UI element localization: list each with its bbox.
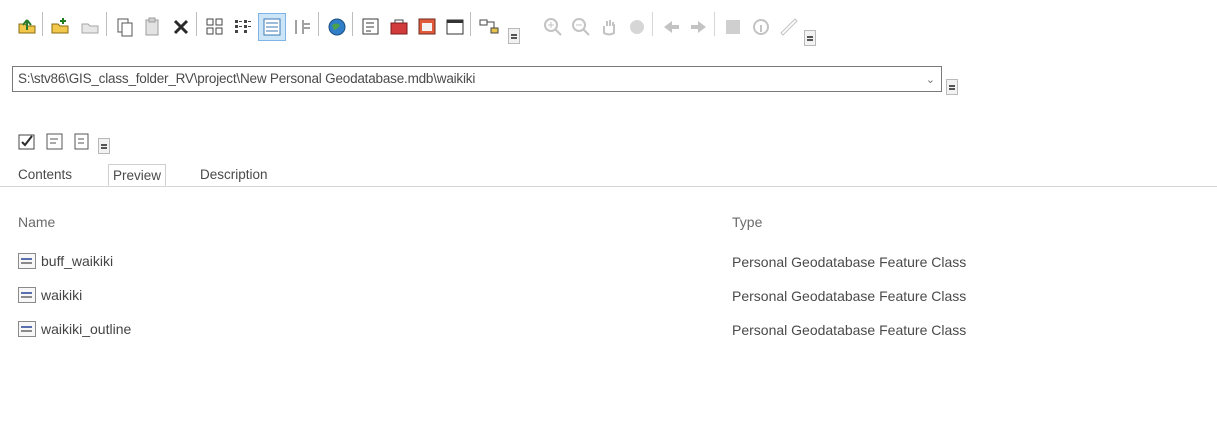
metadata-edit-icon[interactable] — [14, 128, 40, 154]
python-window-icon[interactable] — [442, 14, 468, 40]
column-header-name[interactable]: Name — [18, 214, 55, 230]
copy-icon[interactable] — [112, 14, 138, 40]
item-name: waikiki — [41, 287, 83, 303]
feature-class-icon — [18, 287, 36, 303]
full-extent-icon[interactable] — [624, 14, 650, 40]
item-type: Personal Geodatabase Feature Class — [732, 322, 967, 338]
item-name: waikiki_outline — [41, 321, 132, 337]
metadata-overflow-button[interactable] — [98, 138, 110, 154]
paste-icon[interactable] — [140, 14, 166, 40]
tab-preview[interactable]: Preview — [108, 164, 167, 186]
select-icon[interactable] — [720, 14, 746, 40]
metadata-export-icon[interactable] — [70, 128, 96, 154]
connect-folder-icon[interactable] — [48, 14, 74, 40]
toolbar-overflow-button[interactable] — [508, 28, 520, 44]
pan-icon[interactable] — [596, 14, 622, 40]
tab-description[interactable]: Description — [196, 164, 272, 186]
standard-toolbar — [0, 0, 1217, 62]
model-builder-icon[interactable] — [476, 14, 502, 40]
tab-bar: Contents Preview Description — [0, 160, 1217, 187]
measure-icon[interactable] — [776, 14, 802, 40]
zoom-out-icon[interactable] — [568, 14, 594, 40]
disconnect-folder-icon[interactable] — [78, 14, 104, 40]
list-item[interactable]: waikiki_outline — [18, 318, 131, 340]
item-type: Personal Geodatabase Feature Class — [732, 288, 967, 304]
tab-contents[interactable]: Contents — [14, 164, 76, 186]
details-icon[interactable] — [258, 13, 286, 41]
search-window-icon[interactable] — [414, 14, 440, 40]
forward-icon[interactable] — [686, 14, 712, 40]
arctoolbox-icon[interactable] — [386, 14, 412, 40]
feature-class-icon — [18, 253, 36, 269]
list-item[interactable]: waikiki — [18, 284, 82, 306]
zoom-in-icon[interactable] — [540, 14, 566, 40]
location-path[interactable]: S:\stv86\GIS_class_folder_RV\project\New… — [18, 71, 475, 86]
location-combo[interactable]: S:\stv86\GIS_class_folder_RV\project\New… — [12, 66, 942, 92]
launch-arcmap-icon[interactable] — [324, 14, 350, 40]
thumbnails-icon[interactable] — [290, 14, 316, 40]
up-one-level-icon[interactable] — [14, 14, 40, 40]
tools-overflow-button[interactable] — [804, 30, 816, 46]
list-icon[interactable] — [230, 14, 256, 40]
location-overflow-button[interactable] — [946, 79, 958, 95]
column-header-type[interactable]: Type — [732, 214, 762, 230]
metadata-import-icon[interactable] — [42, 128, 68, 154]
delete-icon[interactable] — [168, 14, 194, 40]
feature-class-icon — [18, 321, 36, 337]
item-name: buff_waikiki — [41, 253, 114, 269]
list-item[interactable]: buff_waikiki — [18, 250, 113, 272]
large-icons-icon[interactable] — [202, 14, 228, 40]
catalog-tree-icon[interactable] — [358, 14, 384, 40]
back-icon[interactable] — [658, 14, 684, 40]
chevron-down-icon[interactable]: ⌄ — [926, 73, 935, 86]
identify-icon[interactable] — [748, 14, 774, 40]
item-type: Personal Geodatabase Feature Class — [732, 254, 967, 270]
